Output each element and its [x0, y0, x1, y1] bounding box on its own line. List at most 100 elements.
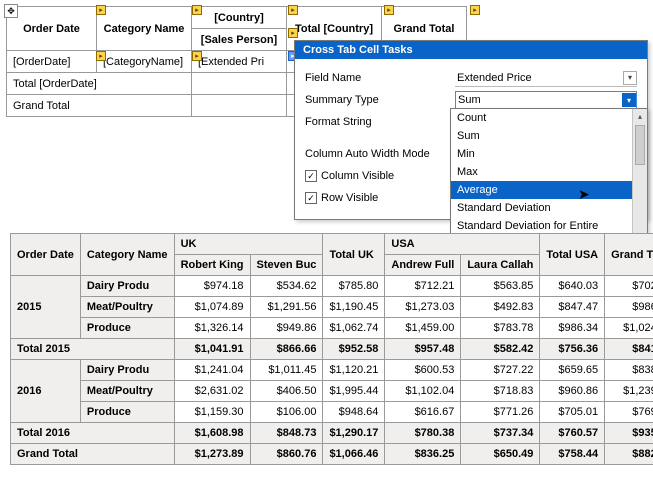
category-cell: Produce	[80, 402, 174, 423]
total-label: Grand Total	[11, 444, 175, 465]
design-cell-grand-total-row[interactable]: Grand Total	[7, 95, 192, 117]
table-cell: $948.64	[323, 402, 385, 423]
table-cell: $836.25	[385, 444, 461, 465]
table-cell: $582.42	[461, 339, 540, 360]
col-laura: Laura Callah	[461, 255, 540, 276]
popup-title: Cross Tab Cell Tasks	[295, 41, 647, 59]
total-label: Total 2016	[11, 423, 175, 444]
chevron-down-icon[interactable]: ▾	[623, 71, 637, 85]
design-header-category[interactable]: Category Name	[97, 7, 192, 51]
category-cell: Dairy Produ	[80, 360, 174, 381]
smart-tag-icon[interactable]	[192, 51, 202, 61]
col-total-uk: Total UK	[323, 234, 385, 276]
table-cell: $986.34	[540, 318, 605, 339]
table-cell: $785.80	[323, 276, 385, 297]
col-order-date: Order Date	[11, 234, 81, 276]
dropdown-item[interactable]: Standard Deviation	[451, 199, 632, 217]
table-cell: $718.83	[461, 381, 540, 402]
col-grand-total: Grand Total	[605, 234, 653, 276]
table-cell: $935.23	[605, 423, 653, 444]
table-cell: $659.65	[540, 360, 605, 381]
design-cell-country[interactable]: [Country]	[192, 7, 287, 29]
table-cell: $1,102.04	[385, 381, 461, 402]
table-cell: $727.22	[461, 360, 540, 381]
table-cell: $1,291.56	[250, 297, 323, 318]
smart-tag-icon[interactable]	[288, 5, 298, 15]
format-string-label: Format String	[305, 116, 455, 128]
design-header-order-date[interactable]: Order Date	[7, 7, 97, 51]
table-cell: $640.03	[540, 276, 605, 297]
table-cell: $758.44	[540, 444, 605, 465]
smart-tag-icon[interactable]	[192, 5, 202, 15]
table-cell: $769.12	[605, 402, 653, 423]
table-cell: $1,273.03	[385, 297, 461, 318]
design-cell-total-orderdate[interactable]: Total [OrderDate]	[7, 73, 192, 95]
table-cell: $847.47	[540, 297, 605, 318]
summary-type-combo[interactable]: Sum▾	[455, 91, 637, 109]
chevron-down-icon[interactable]: ▾	[622, 93, 636, 107]
smart-tag-icon[interactable]	[96, 5, 106, 15]
category-cell: Produce	[80, 318, 174, 339]
col-robert: Robert King	[174, 255, 250, 276]
table-cell: $756.36	[540, 339, 605, 360]
smart-tag-icon[interactable]	[470, 5, 480, 15]
table-cell: $882.35	[605, 444, 653, 465]
dropdown-item[interactable]: Min	[451, 145, 632, 163]
table-cell: $1,239.40	[605, 381, 653, 402]
table-cell: $860.76	[250, 444, 323, 465]
scroll-up-icon[interactable]: ▴	[633, 109, 647, 123]
dropdown-item[interactable]: Sum	[451, 127, 632, 145]
table-cell: $1,024.54	[605, 318, 653, 339]
move-handle-icon[interactable]: ✥	[4, 4, 18, 18]
table-cell: $1,074.89	[174, 297, 250, 318]
category-cell: Meat/Poultry	[80, 381, 174, 402]
table-cell: $406.50	[250, 381, 323, 402]
smart-tag-icon[interactable]	[384, 5, 394, 15]
table-cell: $1,062.74	[323, 318, 385, 339]
table-cell: $1,159.30	[174, 402, 250, 423]
dropdown-item[interactable]: Max	[451, 163, 632, 181]
table-cell: $783.78	[461, 318, 540, 339]
table-cell: $600.53	[385, 360, 461, 381]
category-cell: Meat/Poultry	[80, 297, 174, 318]
scroll-thumb[interactable]	[635, 125, 645, 165]
year-cell: 2015	[11, 276, 81, 339]
table-cell: $780.38	[385, 423, 461, 444]
table-cell: $841.60	[605, 339, 653, 360]
table-cell: $1,273.89	[174, 444, 250, 465]
table-cell: $771.26	[461, 402, 540, 423]
design-cell-sales-person[interactable]: [Sales Person]	[192, 29, 287, 51]
table-cell: $1,326.14	[174, 318, 250, 339]
column-visible-checkbox[interactable]: ✓Column Visible	[305, 170, 394, 182]
col-total-usa: Total USA	[540, 234, 605, 276]
design-cell-categoryname[interactable]: [CategoryName]	[97, 51, 192, 73]
table-cell: $2,631.02	[174, 381, 250, 402]
smart-tag-icon[interactable]	[96, 51, 106, 61]
table-cell: $1,011.45	[250, 360, 323, 381]
category-cell: Dairy Produ	[80, 276, 174, 297]
table-cell: $974.18	[174, 276, 250, 297]
row-visible-checkbox[interactable]: ✓Row Visible	[305, 192, 378, 204]
summary-type-label: Summary Type	[305, 94, 455, 106]
table-cell: $1,459.00	[385, 318, 461, 339]
dropdown-item[interactable]: Average	[451, 181, 632, 199]
result-data-table: Order Date Category Name UK Total UK USA…	[10, 233, 653, 465]
design-cell-orderdate[interactable]: [OrderDate]	[7, 51, 97, 73]
field-name-label: Field Name	[305, 72, 455, 84]
table-cell: $760.57	[540, 423, 605, 444]
table-cell: $952.58	[323, 339, 385, 360]
table-cell: $960.86	[540, 381, 605, 402]
col-steven: Steven Buc	[250, 255, 323, 276]
table-cell: $957.48	[385, 339, 461, 360]
table-cell: $848.73	[250, 423, 323, 444]
scrollbar[interactable]: ▴ ▾	[632, 109, 647, 249]
table-cell: $1,190.45	[323, 297, 385, 318]
design-cell-extended-price[interactable]: [Extended Pri	[192, 51, 287, 73]
smart-tag-icon[interactable]	[288, 28, 298, 38]
dropdown-item[interactable]: Count	[451, 109, 632, 127]
table-cell: $492.83	[461, 297, 540, 318]
table-cell: $866.66	[250, 339, 323, 360]
table-cell: $1,041.91	[174, 339, 250, 360]
field-name-combo[interactable]: Extended Price▾	[455, 69, 637, 87]
table-cell: $563.85	[461, 276, 540, 297]
